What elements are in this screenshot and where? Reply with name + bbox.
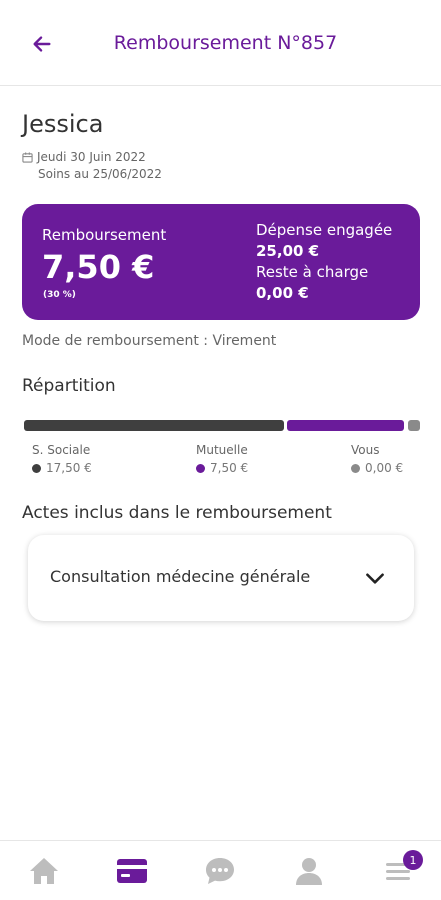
reimbursement-percent: (30 %) xyxy=(43,290,76,300)
repartition-name: S. Sociale xyxy=(32,443,91,457)
expense-amount: 25,00 € xyxy=(256,242,320,260)
repartition-name: Vous xyxy=(351,443,380,457)
user-icon xyxy=(296,858,322,885)
patient-name: Jessica xyxy=(22,110,104,138)
repartition-bar-vous xyxy=(408,420,420,431)
remaining-amount: 0,00 € xyxy=(256,284,309,302)
expense-summary: Dépense engagée 25,00 € Reste à charge 0… xyxy=(256,220,392,304)
nav-reimbursements[interactable] xyxy=(112,853,152,889)
reimbursement-mode: Mode de remboursement : Virement xyxy=(22,333,277,349)
summary-card: Remboursement 7,50 € (30 %) Dépense enga… xyxy=(22,204,420,320)
chevron-down-icon[interactable] xyxy=(362,565,388,591)
nav-home[interactable] xyxy=(24,853,64,889)
date-text: Jeudi 30 Juin 2022 xyxy=(37,150,146,164)
reimbursement-label: Remboursement xyxy=(42,226,167,244)
repartition-amount: 17,50 € xyxy=(46,461,92,475)
legend-dot xyxy=(351,463,360,473)
acte-label: Consultation médecine générale xyxy=(50,567,311,586)
repartition-bar-securite-sociale xyxy=(24,420,284,431)
repartition-item-mutuelle: Mutuelle 7,50 € xyxy=(196,442,248,478)
repartition-name: Mutuelle xyxy=(196,443,248,457)
chat-icon xyxy=(206,858,234,884)
expense-label: Dépense engagée xyxy=(256,221,393,239)
repartition-bar-mutuelle xyxy=(287,420,404,431)
nav-messages[interactable] xyxy=(200,853,240,889)
repartition-item-securite-sociale: S. Sociale 17,50 € xyxy=(32,442,92,478)
top-app-bar: Remboursement N°857 xyxy=(0,0,441,86)
repartition-amount: 7,50 € xyxy=(210,461,249,475)
bottom-navigation xyxy=(0,840,441,900)
repartition-item-vous: Vous 0,00 € xyxy=(351,442,403,478)
legend-dot xyxy=(32,463,41,473)
page-title: Remboursement N°857 xyxy=(113,32,338,54)
care-date: Soins au 25/06/2022 xyxy=(38,167,162,181)
calendar-icon xyxy=(22,151,33,163)
remaining-label: Reste à charge xyxy=(256,263,369,281)
notification-badge: 1 xyxy=(403,850,423,870)
actes-title: Actes inclus dans le remboursement xyxy=(22,503,332,523)
legend-dot xyxy=(196,463,205,473)
card-icon xyxy=(117,859,147,883)
home-icon xyxy=(30,858,58,884)
repartition-title: Répartition xyxy=(22,376,116,396)
reimbursement-amount: 7,50 € xyxy=(42,248,155,286)
nav-profile[interactable] xyxy=(289,853,329,889)
repartition-amount: 0,00 € xyxy=(365,461,404,475)
reimbursement-date: Jeudi 30 Juin 2022 xyxy=(22,150,146,164)
acte-item-expandable[interactable]: Consultation médecine générale xyxy=(28,535,414,621)
